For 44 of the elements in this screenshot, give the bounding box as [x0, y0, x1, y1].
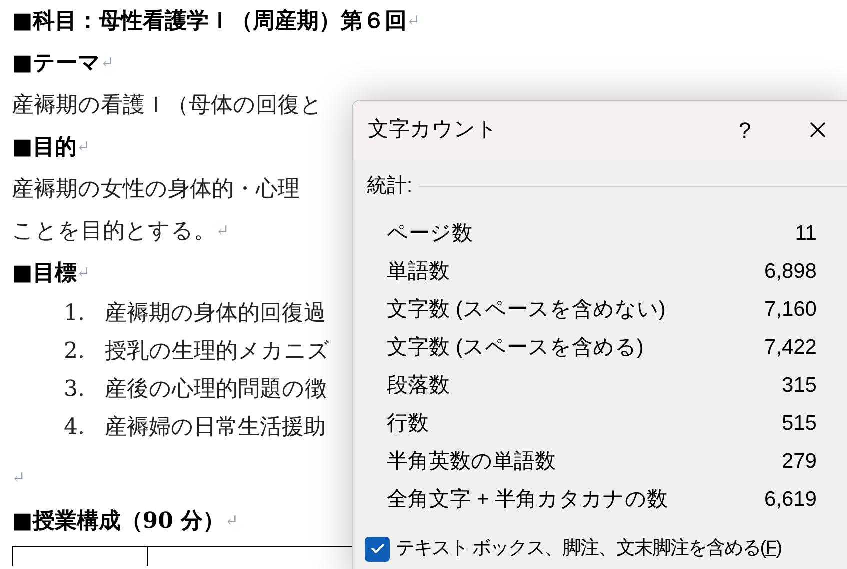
stat-label: 全角文字 + 半角カタカナの数 [387, 487, 668, 514]
stat-value: 515 [782, 411, 817, 438]
list-item-text: 産褥期の身体的回復過 [105, 300, 326, 328]
list-number: 4. [64, 414, 85, 442]
section-heading: ■目的 [12, 132, 77, 162]
stat-label: 文字数 (スペースを含める) [387, 335, 644, 362]
section-heading: ■テーマ [12, 48, 101, 78]
paragraph-mark: ↵ [100, 52, 114, 74]
section-label: 統計: [367, 174, 413, 199]
paragraph-mark: ↵ [225, 510, 238, 532]
list-number: 3. [64, 376, 85, 404]
stat-label: 半角英数の単語数 [387, 449, 556, 476]
help-button[interactable]: ? [725, 114, 765, 146]
stat-label: 段落数 [387, 373, 450, 400]
stat-value: 6,898 [764, 259, 817, 286]
stat-value: 315 [782, 373, 817, 400]
stat-value: 11 [795, 221, 817, 248]
paragraph-mark: ↵ [406, 10, 420, 32]
stat-value: 7,160 [764, 297, 817, 324]
section-heading: ■目標 [12, 258, 77, 288]
list-number: 2. [64, 338, 85, 366]
list-item-text: 授乳の生理的メカニズ [105, 338, 330, 366]
list-number: 1. [64, 300, 85, 328]
checkbox-label[interactable]: テキスト ボックス、脚注、文末脚注を含める(F) [396, 535, 782, 564]
stat-label: 単語数 [387, 259, 450, 286]
stat-label: 行数 [387, 411, 429, 438]
dialog-title: 文字カウント [368, 117, 499, 144]
paragraph-mark: ↵ [216, 220, 230, 242]
section-heading: ■科目：母性看護学Ｉ（周産期）第６回 [12, 6, 407, 36]
section-heading: ■授業構成（90 分） [12, 506, 226, 536]
paragraph-mark: ↵ [76, 136, 90, 158]
body-text: 産褥期の女性の身体的・心理 [12, 176, 300, 204]
list-item-text: 産褥婦の日常生活援助 [105, 414, 326, 442]
paragraph-mark: ↵ [76, 263, 90, 282]
stat-value: 7,422 [764, 335, 817, 362]
stat-label: 文字数 (スペースを含めない) [387, 297, 666, 324]
body-text: 産褥期の看護Ｉ（母体の回復と [12, 92, 323, 120]
body-text: ことを目的とする。 [12, 218, 216, 246]
stat-label: ページ数 [387, 221, 473, 248]
paragraph-mark: ↵ [12, 467, 26, 489]
stat-value: 279 [782, 449, 817, 476]
list-item-text: 産後の心理的問題の徴 [105, 376, 327, 404]
stat-value: 6,619 [764, 487, 817, 514]
include-checkbox[interactable] [365, 536, 390, 562]
